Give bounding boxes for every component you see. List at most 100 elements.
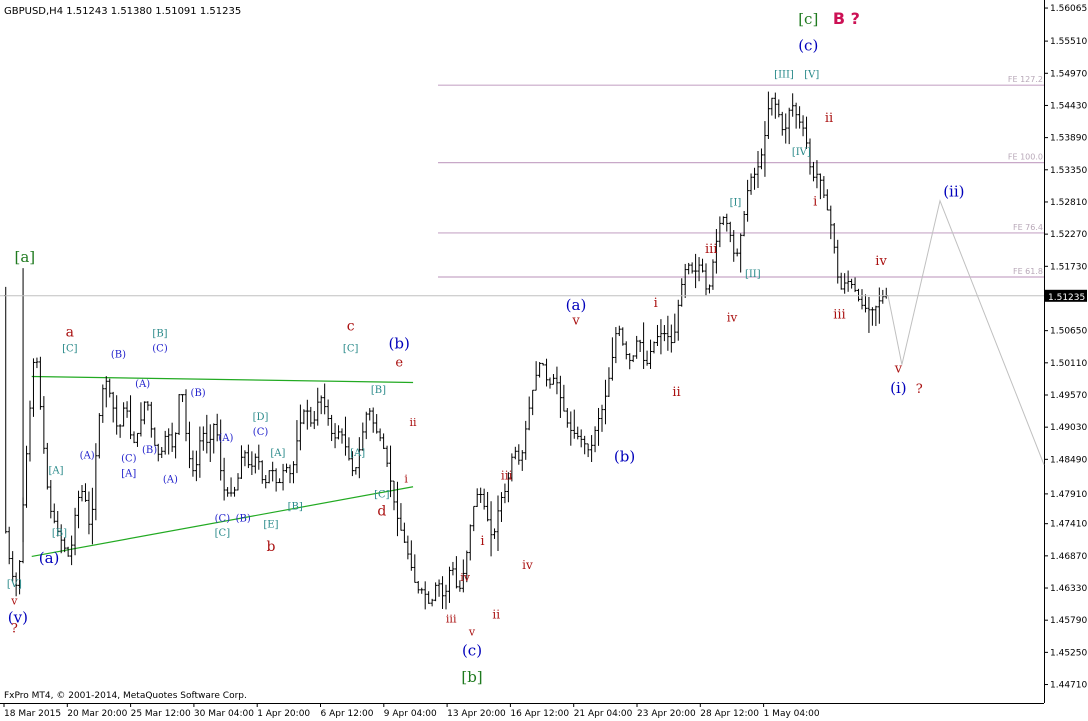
wave-label: (C) bbox=[215, 513, 231, 524]
x-tick-label: 30 Mar 04:00 bbox=[194, 709, 254, 719]
wave-label: iii bbox=[446, 613, 457, 626]
y-tick-label: 1.45250 bbox=[1050, 648, 1087, 658]
wave-label: [C] bbox=[343, 344, 359, 355]
y-tick-label: 1.49570 bbox=[1050, 391, 1087, 401]
x-tick-label: 16 Apr 12:00 bbox=[510, 709, 569, 719]
wave-label: e bbox=[395, 355, 403, 370]
wave-label: ii bbox=[825, 111, 833, 126]
wave-label: (a) bbox=[39, 549, 60, 567]
current-price-value: 1.51235 bbox=[1048, 293, 1085, 303]
y-tick-label: 1.47410 bbox=[1050, 520, 1087, 530]
x-tick-label: 13 Apr 20:00 bbox=[447, 709, 506, 719]
wave-label: v bbox=[468, 626, 476, 639]
y-tick-label: 1.45790 bbox=[1050, 616, 1087, 626]
y-tick-label: 1.56065 bbox=[1050, 4, 1087, 14]
wave-label: (C) bbox=[152, 344, 168, 355]
wave-label: iii bbox=[833, 308, 845, 323]
x-tick-label: 18 Mar 2015 bbox=[4, 709, 61, 719]
wave-label: (c) bbox=[462, 641, 482, 659]
wave-label: (A) bbox=[163, 475, 178, 486]
y-tick-label: 1.54970 bbox=[1050, 69, 1087, 79]
wave-label: (ii) bbox=[943, 183, 964, 201]
x-tick-label: 28 Apr 12:00 bbox=[700, 709, 759, 719]
wave-label: [I] bbox=[730, 198, 742, 209]
wave-label: [A] bbox=[350, 448, 365, 459]
x-tick-label: 1 Apr 20:00 bbox=[257, 709, 310, 719]
wave-label: [C] bbox=[374, 489, 390, 500]
y-tick-label: 1.44710 bbox=[1050, 681, 1087, 691]
wave-label: v bbox=[571, 314, 580, 329]
wave-label: ii bbox=[492, 607, 500, 621]
y-tick-label: 1.47910 bbox=[1050, 490, 1087, 500]
wave-label: [III] bbox=[774, 69, 794, 80]
wave-label: iii bbox=[705, 242, 717, 257]
wave-label: [B] bbox=[152, 329, 167, 340]
fib-label-0: FE 127.2 bbox=[1008, 75, 1043, 84]
wave-label: (B) bbox=[236, 513, 251, 524]
wave-label: i bbox=[654, 296, 658, 311]
wave-label: [a] bbox=[14, 248, 35, 266]
wave-label: [D] bbox=[253, 412, 269, 423]
wave-label: [A] bbox=[48, 466, 63, 477]
wave-label: (C) bbox=[121, 454, 137, 465]
wave-label: d bbox=[377, 503, 386, 519]
wave-label: (A) bbox=[80, 451, 95, 462]
wave-label: [C] bbox=[62, 344, 78, 355]
chart-background bbox=[0, 0, 1088, 721]
y-tick-label: 1.54430 bbox=[1050, 101, 1087, 111]
wave-label: [V] bbox=[7, 579, 22, 590]
wave-label: ii bbox=[410, 416, 418, 429]
y-tick-label: 1.50110 bbox=[1050, 359, 1087, 369]
wave-label: [A] bbox=[270, 448, 285, 459]
y-tick-label: 1.53890 bbox=[1050, 134, 1087, 144]
wave-label: (B) bbox=[142, 445, 157, 456]
wave-label: ? bbox=[11, 622, 18, 637]
wave-label: ? bbox=[916, 382, 923, 397]
wave-label: [II] bbox=[745, 269, 761, 280]
x-tick-label: 6 Apr 12:00 bbox=[321, 709, 374, 719]
wave-degree-label: B ? bbox=[833, 9, 860, 28]
wave-label: [c] bbox=[798, 10, 818, 28]
y-tick-label: 1.53350 bbox=[1050, 166, 1087, 176]
x-tick-label: 23 Apr 20:00 bbox=[637, 709, 696, 719]
wave-label: [B] bbox=[371, 385, 386, 396]
wave-label: iii bbox=[501, 469, 513, 483]
chart-title: GBPUSD,H4 1.51243 1.51380 1.51091 1.5123… bbox=[4, 6, 241, 17]
wave-label: i bbox=[480, 534, 484, 549]
wave-label: (i) bbox=[890, 379, 907, 397]
wave-label: (b) bbox=[389, 335, 410, 353]
y-tick-label: 1.50650 bbox=[1050, 327, 1087, 337]
wave-label: [A] bbox=[121, 469, 136, 480]
y-tick-label: 1.52810 bbox=[1050, 198, 1087, 208]
wave-label: ii bbox=[672, 385, 680, 400]
wave-label: b bbox=[266, 539, 275, 555]
wave-label: iv bbox=[460, 571, 471, 584]
wave-label: i bbox=[404, 473, 408, 486]
wave-label: [C] bbox=[215, 528, 231, 539]
wave-label: [E] bbox=[263, 519, 278, 530]
x-tick-label: 25 Mar 12:00 bbox=[131, 709, 191, 719]
wave-label: iv bbox=[522, 558, 533, 572]
wave-label: (c) bbox=[798, 37, 818, 55]
copyright-footer: FxPro MT4, © 2001-2014, MetaQuotes Softw… bbox=[4, 691, 247, 701]
y-tick-label: 1.48490 bbox=[1050, 455, 1087, 465]
wave-label: iv bbox=[727, 311, 738, 325]
wave-label: (A) bbox=[218, 433, 233, 444]
wave-label: [IV] bbox=[792, 147, 811, 158]
x-tick-label: 20 Mar 20:00 bbox=[67, 709, 127, 719]
x-tick-label: 9 Apr 04:00 bbox=[384, 709, 437, 719]
wave-label: (B) bbox=[191, 388, 206, 399]
fib-label-1: FE 100.0 bbox=[1008, 153, 1043, 162]
wave-label: [V] bbox=[804, 69, 819, 80]
y-tick-label: 1.52270 bbox=[1050, 230, 1087, 240]
wave-label: v bbox=[10, 595, 18, 608]
wave-label: i bbox=[813, 195, 817, 210]
fib-label-2: FE 76.4 bbox=[1013, 223, 1043, 232]
fib-label-3: FE 61.8 bbox=[1013, 267, 1043, 276]
wave-label: a bbox=[66, 325, 74, 341]
wave-label: v bbox=[894, 361, 903, 376]
wave-label: iv bbox=[875, 254, 887, 269]
y-tick-label: 1.46330 bbox=[1050, 584, 1087, 594]
wave-label: [B] bbox=[52, 528, 67, 539]
wave-label: (C) bbox=[253, 427, 269, 438]
